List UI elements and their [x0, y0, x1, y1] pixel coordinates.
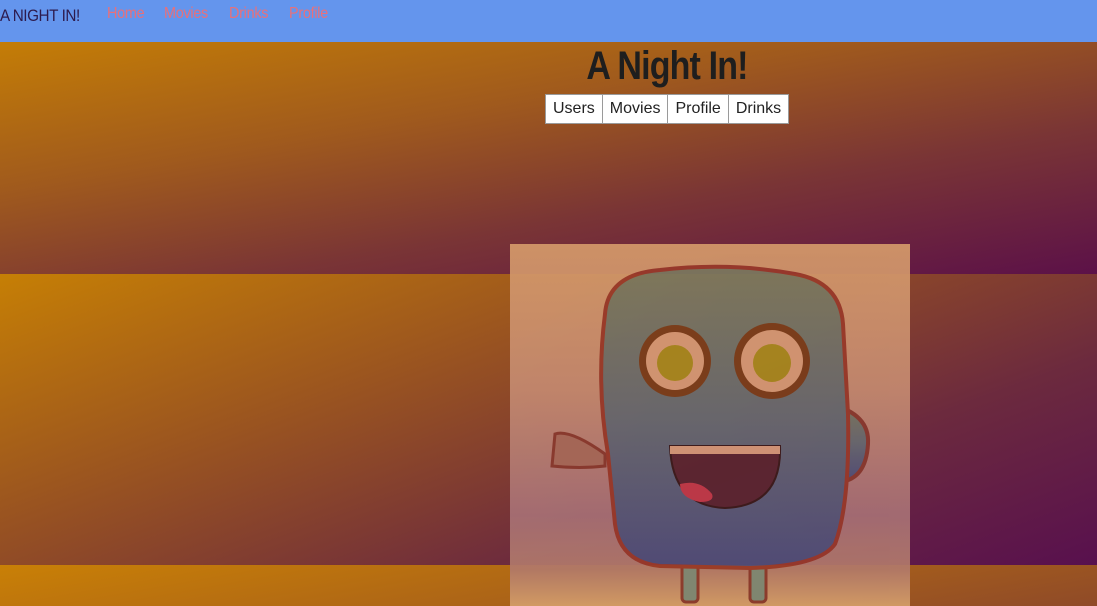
users-button[interactable]: Users	[545, 94, 603, 124]
nav-link-home[interactable]: Home	[107, 5, 145, 23]
nav-link-movies[interactable]: Movies	[164, 5, 208, 23]
nav-links: Home Movies Drinks Profile	[107, 0, 332, 23]
nav-link-drinks[interactable]: Drinks	[229, 5, 268, 23]
nav-link-profile[interactable]: Profile	[289, 5, 328, 23]
section-button-group: Users Movies Profile Drinks	[545, 94, 790, 124]
page-title: A Night In!	[586, 44, 748, 88]
monster-mascot-illustration	[550, 264, 871, 604]
profile-button[interactable]: Profile	[667, 94, 729, 124]
drinks-button[interactable]: Drinks	[727, 94, 790, 124]
background-band-top	[0, 42, 1097, 274]
movies-button[interactable]: Movies	[601, 94, 669, 124]
monster-mascot-image	[510, 244, 910, 606]
top-navbar: A NIGHT IN! Home Movies Drinks Profile	[0, 0, 1097, 42]
brand-logo[interactable]: A NIGHT IN!	[0, 0, 80, 26]
